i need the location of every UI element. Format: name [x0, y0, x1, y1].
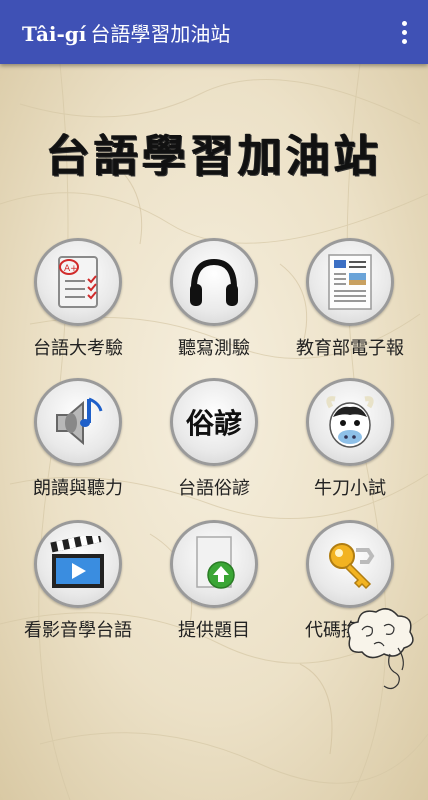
- app-title-latin: Tâi-gí: [22, 21, 87, 46]
- menu-item-trial[interactable]: 牛刀小試: [280, 378, 420, 500]
- app-title-chinese: 台語學習加油站: [90, 21, 231, 46]
- svg-text:A+: A+: [64, 264, 78, 274]
- menu-item-reading[interactable]: 朗讀與聽力: [8, 378, 148, 500]
- menu-item-label: 牛刀小試: [314, 478, 386, 499]
- menu-item-label: 台語俗諺: [178, 478, 250, 499]
- key-icon: [306, 520, 394, 608]
- proverb-icon-text: 俗諺: [185, 407, 242, 440]
- menu-item-label: 聽寫測驗: [178, 338, 250, 359]
- menu-item-exam[interactable]: A+ 台語大考驗: [8, 238, 148, 360]
- menu-item-dictation[interactable]: 聽寫測驗: [144, 238, 284, 360]
- clapperboard-icon: [34, 520, 122, 608]
- menu-item-label: 朗讀與聽力: [33, 478, 123, 499]
- more-vert-icon[interactable]: [392, 12, 416, 52]
- cloud-ornament-icon: [347, 608, 414, 690]
- menu-item-label: 看影音學台語: [24, 620, 132, 641]
- exam-paper-icon: A+: [34, 238, 122, 326]
- app-title: Tâi-gí 台語學習加油站: [22, 18, 392, 47]
- menu-item-label: 台語大考驗: [33, 338, 123, 359]
- menu-item-newsletter[interactable]: 教育部電子報: [280, 238, 420, 360]
- menu-item-label: 提供題目: [178, 620, 250, 641]
- menu-item-submit-question[interactable]: 提供題目: [144, 520, 284, 642]
- menu-item-proverbs[interactable]: 俗諺 台語俗諺: [144, 378, 284, 500]
- headphones-icon: [170, 238, 258, 326]
- menu-item-label: 教育部電子報: [296, 338, 404, 359]
- cow-icon: [306, 378, 394, 466]
- menu-item-video[interactable]: 看影音學台語: [8, 520, 148, 642]
- newspaper-icon: [306, 238, 394, 326]
- banner-title: 台語學習加油站: [46, 131, 382, 182]
- speaker-music-icon: [34, 378, 122, 466]
- proverb-text-icon: 俗諺: [170, 378, 258, 466]
- upload-document-icon: [170, 520, 258, 608]
- app-bar: Tâi-gí 台語學習加油站: [0, 0, 428, 64]
